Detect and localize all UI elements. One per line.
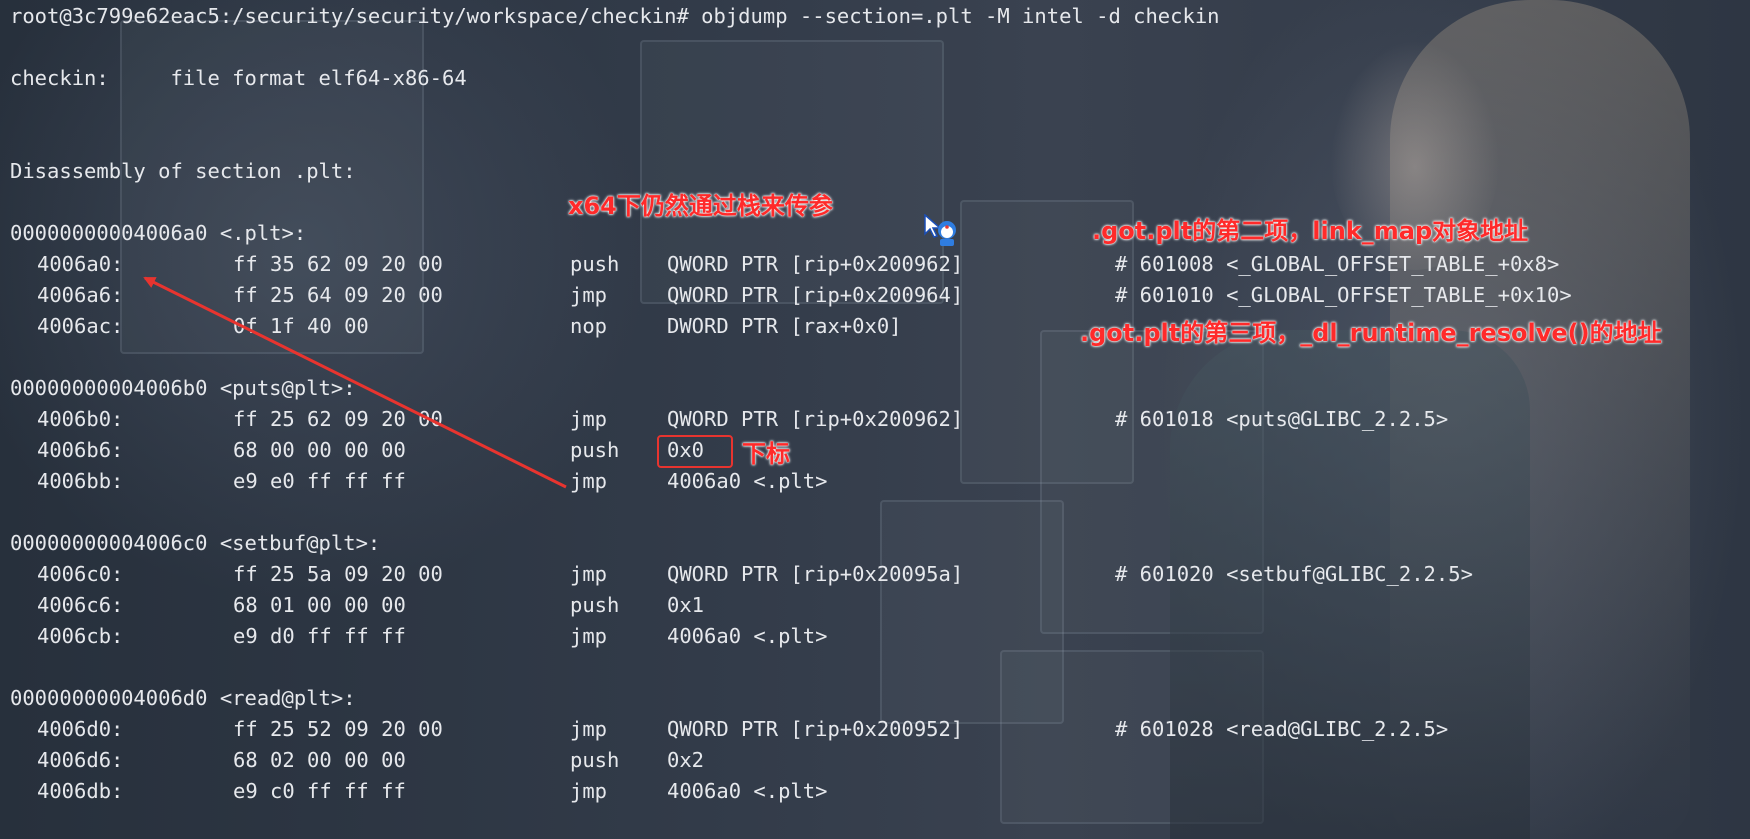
index-highlight-box [657,435,733,468]
doraemon-cursor-icon [924,214,956,246]
annotation-x64-note: x64下仍然通过栈来传参 [568,192,833,220]
arrow-overlay [143,276,567,489]
annotation-got-second: .got.plt的第二项，link_map对象地址 [1092,217,1529,245]
annotation-arrow [143,276,567,489]
annotation-got-third: .got.plt的第三项，_dl_runtime_resolve()的地址 [1080,319,1662,347]
annotation-index: 下标 [742,440,790,468]
